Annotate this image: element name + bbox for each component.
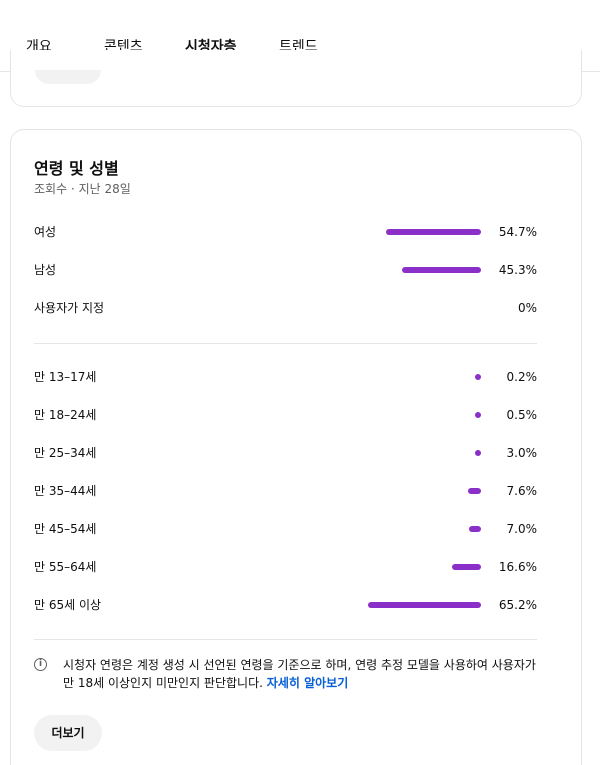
age-bar bbox=[475, 374, 481, 380]
age-label: 만 13–17세 bbox=[34, 370, 97, 384]
gender-bar bbox=[402, 267, 481, 273]
gender-value: 45.3% bbox=[498, 263, 537, 277]
age-value: 3.0% bbox=[506, 446, 538, 460]
age-note: 시청자 연령은 계정 생성 시 선언된 연령을 기준으로 하며, 연령 추정 모… bbox=[63, 656, 539, 692]
age-row: 만 65세 이상 65.2% bbox=[34, 595, 537, 615]
gender-label: 여성 bbox=[34, 225, 57, 239]
gender-bar bbox=[386, 229, 481, 235]
gender-label: 남성 bbox=[34, 263, 57, 277]
age-label: 만 35–44세 bbox=[34, 484, 97, 498]
age-bar bbox=[475, 450, 481, 456]
age-value: 7.0% bbox=[506, 522, 538, 536]
age-label: 만 25–34세 bbox=[34, 446, 97, 460]
card-title: 연령 및 성별 bbox=[34, 159, 119, 178]
age-bar bbox=[368, 602, 481, 608]
age-value: 0.2% bbox=[506, 370, 538, 384]
age-bar bbox=[452, 564, 481, 570]
previous-card-button[interactable] bbox=[35, 70, 101, 84]
section-divider bbox=[34, 639, 537, 640]
more-button[interactable]: 더보기 bbox=[34, 715, 102, 751]
age-label: 만 65세 이상 bbox=[34, 598, 102, 612]
gender-row: 남성 45.3% bbox=[34, 260, 537, 280]
age-row: 만 35–44세 7.6% bbox=[34, 481, 537, 501]
gender-row: 사용자가 지정 0% bbox=[34, 298, 537, 318]
section-divider bbox=[34, 343, 537, 344]
age-row: 만 18–24세 0.5% bbox=[34, 405, 537, 425]
age-bar bbox=[475, 412, 481, 418]
gender-value: 0% bbox=[517, 301, 537, 315]
gender-row: 여성 54.7% bbox=[34, 222, 537, 242]
age-label: 만 55–64세 bbox=[34, 560, 97, 574]
learn-more-link[interactable]: 자세히 알아보기 bbox=[267, 676, 348, 690]
age-row: 만 45–54세 7.0% bbox=[34, 519, 537, 539]
age-value: 7.6% bbox=[506, 484, 538, 498]
age-value: 65.2% bbox=[498, 598, 537, 612]
age-bar bbox=[469, 526, 481, 532]
age-label: 만 45–54세 bbox=[34, 522, 97, 536]
age-gender-card: 연령 및 성별 조회수 · 지난 28일 여성 54.7% 남성 45.3% 사용자가 … bbox=[10, 129, 582, 765]
age-row: 만 13–17세 0.2% bbox=[34, 367, 537, 387]
card-subtitle: 조회수 · 지난 28일 bbox=[34, 182, 131, 196]
age-bar bbox=[468, 488, 481, 494]
gender-label: 사용자가 지정 bbox=[34, 301, 105, 315]
gender-value: 54.7% bbox=[498, 225, 537, 239]
previous-card bbox=[10, 50, 582, 107]
age-row: 만 25–34세 3.0% bbox=[34, 443, 537, 463]
age-row: 만 55–64세 16.6% bbox=[34, 557, 537, 577]
age-value: 16.6% bbox=[498, 560, 537, 574]
age-value: 0.5% bbox=[506, 408, 538, 422]
age-label: 만 18–24세 bbox=[34, 408, 97, 422]
info-icon: i bbox=[34, 658, 47, 671]
